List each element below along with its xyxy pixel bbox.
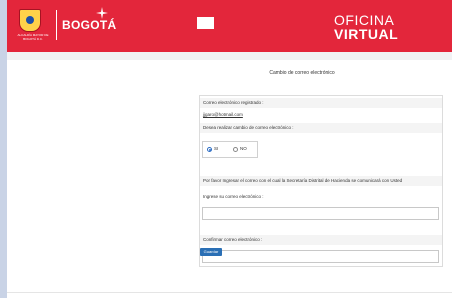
- menu-placeholder[interactable]: [197, 17, 214, 29]
- header-bar: ALCALDÍA MAYOR DE BOGOTÁ D.C. BOGOTÁ OFI…: [7, 0, 452, 52]
- footer-divider: [7, 292, 452, 293]
- radio-si[interactable]: [207, 147, 212, 152]
- bogota-logo[interactable]: BOGOTÁ: [62, 18, 116, 32]
- logo-divider: [56, 10, 57, 40]
- page-title: Cambio de correo electrónico: [269, 70, 335, 76]
- radio-si-label: SI: [214, 146, 219, 151]
- coat-of-arms-icon: [19, 9, 41, 32]
- alcaldia-text: ALCALDÍA MAYOR DE BOGOTÁ D.C.: [17, 33, 49, 41]
- app-title-line1: OFICINA: [334, 12, 395, 28]
- confirm-email-input[interactable]: [202, 250, 439, 263]
- radio-no-label: NO: [240, 146, 247, 151]
- save-button[interactable]: Guardar: [200, 248, 222, 256]
- change-question-label: Desea realizar cambio de correo electrón…: [200, 123, 442, 133]
- registered-email-value: jjgaro@hotmail.com: [203, 112, 243, 117]
- subnav-bar: [7, 52, 452, 60]
- confirm-email-label: Confirmar correo electrónico :: [200, 235, 442, 245]
- radio-no[interactable]: [233, 147, 238, 152]
- change-radio-group: SI NO: [202, 141, 258, 158]
- new-email-label: Ingrese su correo electrónico :: [203, 194, 264, 199]
- new-email-input[interactable]: [202, 207, 439, 220]
- info-text: Por favor Ingresar el correo con el cual…: [200, 176, 442, 186]
- email-change-form: Correo electrónico registrado : jjgaro@h…: [199, 95, 443, 267]
- app-title-line2: VIRTUAL: [334, 26, 399, 42]
- sparkle-icon: [96, 7, 108, 19]
- left-rail: [0, 0, 7, 298]
- registered-email-label: Correo electrónico registrado :: [200, 98, 442, 108]
